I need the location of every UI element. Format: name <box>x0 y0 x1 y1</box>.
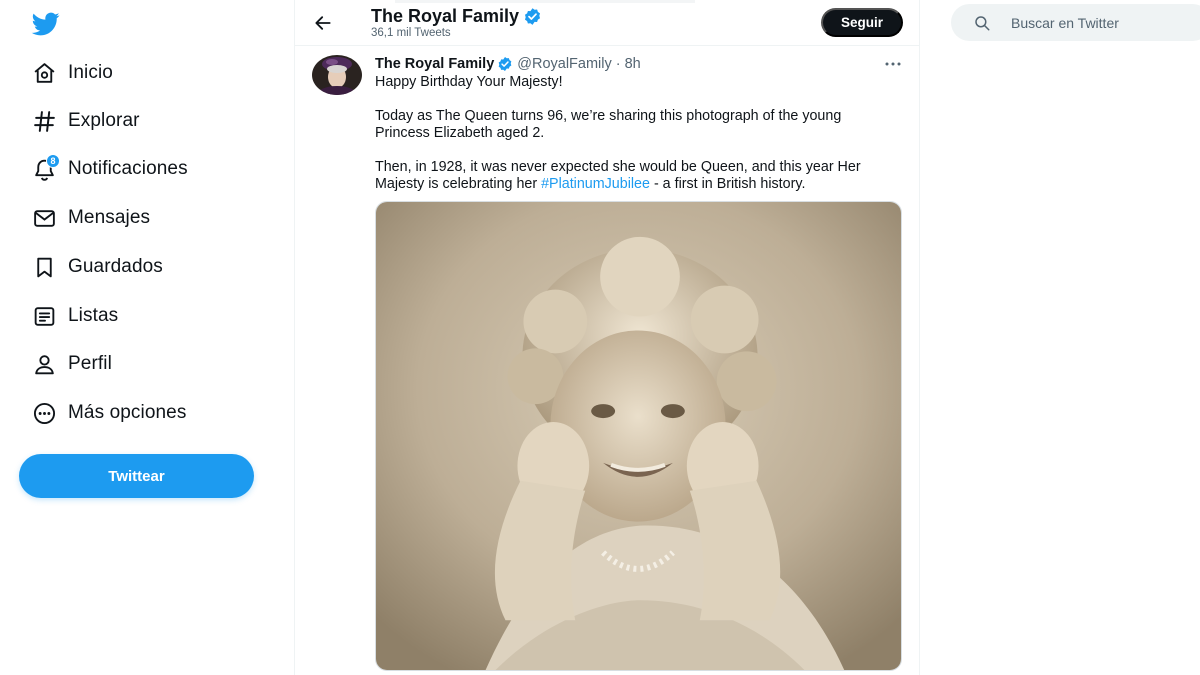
sidebar-item-inicio[interactable]: Inicio <box>20 53 113 93</box>
sidebar-item-mas-opciones[interactable]: Más opciones <box>20 393 186 433</box>
tweet-count: 36,1 mil Tweets <box>371 27 451 39</box>
sidebar-item-perfil[interactable]: Perfil <box>20 344 112 384</box>
sidebar-item-explorar[interactable]: Explorar <box>20 101 140 141</box>
main-column: The Royal Family 36,1 mil Tweets Seguir … <box>294 0 920 675</box>
tweet-timestamp[interactable]: 8h <box>625 56 641 72</box>
search-bar[interactable] <box>951 4 1200 41</box>
author-name[interactable]: The Royal Family <box>375 56 494 72</box>
sidebar-item-label: Notificaciones <box>68 158 188 179</box>
search-icon <box>973 14 991 32</box>
tweet-photo[interactable] <box>375 201 902 671</box>
home-icon <box>20 57 68 89</box>
sidebar-item-label: Listas <box>68 305 119 326</box>
page-title: The Royal Family <box>371 6 542 27</box>
person-icon <box>20 348 68 380</box>
list-icon <box>20 300 68 332</box>
sidebar-item-label: Perfil <box>68 353 112 374</box>
sidebar-item-notificaciones[interactable]: 8 Notificaciones <box>20 149 188 189</box>
notification-badge: 8 <box>46 154 60 168</box>
sidebar-item-label: Guardados <box>68 256 163 277</box>
left-sidebar: Inicio Explorar 8 Notificaciones Mensaje… <box>0 0 294 675</box>
sidebar-item-label: Más opciones <box>68 402 187 423</box>
tweet-text: Happy Birthday Your Majesty! Today as Th… <box>375 74 910 210</box>
hashtag-icon <box>20 105 68 137</box>
tweet-paragraph: Then, in 1928, it was never expected she… <box>375 159 861 192</box>
profile-header: The Royal Family 36,1 mil Tweets Seguir <box>295 0 920 46</box>
hashtag-link[interactable]: #PlatinumJubilee <box>541 176 650 192</box>
tweet-paragraph: Today as The Queen turns 96, we’re shari… <box>375 108 842 141</box>
sidebar-item-label: Explorar <box>68 110 140 131</box>
follow-button[interactable]: Seguir <box>821 8 903 37</box>
author-handle[interactable]: @RoyalFamily <box>517 56 611 72</box>
more-options-icon[interactable] <box>881 58 905 70</box>
bookmark-icon <box>20 251 68 283</box>
more-circle-icon <box>20 397 68 429</box>
sidebar-item-mensajes[interactable]: Mensajes <box>20 198 150 238</box>
verified-badge-icon <box>497 56 513 72</box>
tweet-paragraph: Happy Birthday Your Majesty! <box>375 74 563 90</box>
sidebar-item-guardados[interactable]: Guardados <box>20 247 163 287</box>
search-input[interactable] <box>1011 4 1200 41</box>
tweet-header: The Royal Family @RoyalFamily · 8h <box>375 56 641 72</box>
sidebar-item-listas[interactable]: Listas <box>20 296 118 336</box>
tweet-button[interactable]: Twittear <box>19 454 254 498</box>
tweet[interactable]: The Royal Family @RoyalFamily · 8h Happy… <box>295 46 920 675</box>
bell-icon: 8 <box>20 153 68 185</box>
separator-dot: · <box>615 56 621 72</box>
sidebar-item-label: Mensajes <box>68 207 151 228</box>
sidebar-item-label: Inicio <box>68 62 113 83</box>
back-arrow-icon[interactable] <box>311 12 335 34</box>
profile-name: The Royal Family <box>371 6 520 26</box>
verified-badge-icon <box>523 7 542 26</box>
avatar[interactable] <box>312 55 362 95</box>
twitter-bird-icon[interactable] <box>30 10 62 38</box>
envelope-icon <box>20 202 68 234</box>
